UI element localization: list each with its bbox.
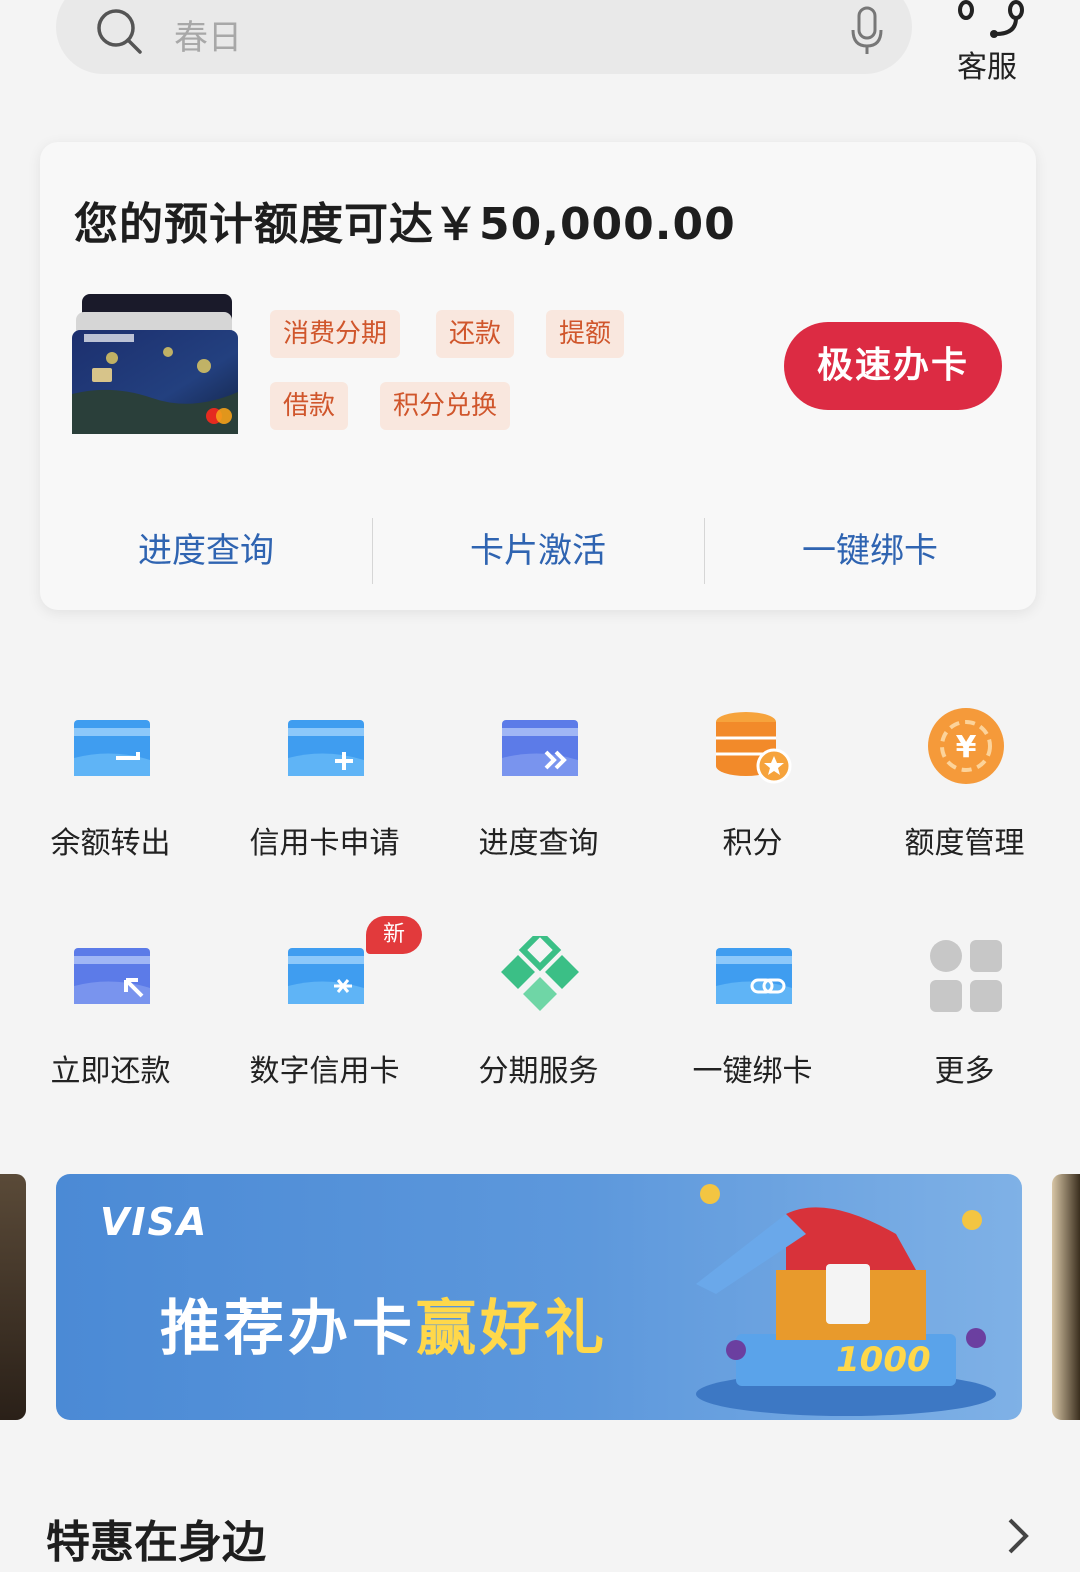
credit-card-panel: 您的预计额度可达￥50,000.00 消费分期 还款 提额 借款 积分兑换 极速… xyxy=(40,142,1036,610)
grid-label: 分期服务 xyxy=(478,1054,599,1089)
grid-label: 信用卡申请 xyxy=(249,826,400,861)
promo-banner[interactable]: VISA 推荐办卡赢好礼 1000 xyxy=(56,1174,1022,1420)
grid-item-bind-card[interactable]: 一键绑卡 xyxy=(646,936,859,1096)
bind-card-icon xyxy=(716,948,792,1004)
gift-box-illustration xyxy=(696,1184,996,1416)
limit-manage-icon: ¥ xyxy=(928,708,1004,784)
card-apply-icon xyxy=(288,720,364,776)
grid-item-more[interactable]: 更多 xyxy=(858,936,1071,1096)
banner-headline: 推荐办卡赢好礼 xyxy=(160,1280,608,1367)
grid-label: 额度管理 xyxy=(904,826,1025,861)
card-stack-image xyxy=(72,294,238,434)
installment-icon xyxy=(501,936,579,1011)
progress-query-link[interactable]: 进度查询 xyxy=(40,518,372,584)
new-badge: 新 xyxy=(366,916,422,954)
chevron-right-icon[interactable] xyxy=(1004,1516,1032,1556)
grid-item-points[interactable]: 积分 xyxy=(646,708,859,868)
grid-item-balance-transfer[interactable]: 余额转出 xyxy=(4,708,217,868)
tag-repayment[interactable]: 还款 xyxy=(436,310,515,358)
search-placeholder[interactable]: 春日 xyxy=(174,10,242,59)
digital-card-icon xyxy=(288,948,364,1004)
tag-loan[interactable]: 借款 xyxy=(270,382,349,430)
banner-amount: 1000 xyxy=(836,1340,931,1380)
grid-label: 更多 xyxy=(934,1054,995,1089)
balance-transfer-icon xyxy=(74,720,150,776)
quick-apply-button[interactable]: 极速办卡 xyxy=(784,322,1002,410)
points-icon xyxy=(716,712,792,784)
tag-raise-limit[interactable]: 提额 xyxy=(546,310,625,358)
grid-label: 立即还款 xyxy=(50,1054,171,1089)
banner-next-peek[interactable] xyxy=(1052,1174,1080,1420)
search-icon xyxy=(97,9,142,54)
grid-label: 余额转出 xyxy=(50,826,171,861)
visa-logo: VISA xyxy=(100,1200,209,1244)
grid-item-card-apply[interactable]: 信用卡申请 xyxy=(218,708,431,868)
banner-prev-peek[interactable] xyxy=(0,1174,26,1420)
headset-icon xyxy=(958,0,1024,38)
grid-item-progress-query[interactable]: 进度查询 xyxy=(432,708,645,868)
grid-item-limit-manage[interactable]: ¥ 额度管理 xyxy=(858,708,1071,868)
bind-card-link[interactable]: 一键绑卡 xyxy=(704,518,1036,584)
estimated-limit-text: 您的预计额度可达￥50,000.00 xyxy=(74,199,736,250)
section-title: 特惠在身边 xyxy=(46,1517,266,1568)
grid-item-installment[interactable]: 分期服务 xyxy=(432,936,645,1096)
banner-headline-part2: 赢好礼 xyxy=(416,1294,608,1364)
repay-icon xyxy=(74,948,150,1004)
more-grid-icon xyxy=(930,940,1002,1012)
grid-label: 数字信用卡 xyxy=(249,1054,400,1089)
grid-item-repay[interactable]: 立即还款 xyxy=(4,936,217,1096)
customer-service-label: 客服 xyxy=(957,50,1017,85)
svg-text:¥: ¥ xyxy=(956,730,977,765)
microphone-icon[interactable] xyxy=(850,6,884,56)
tag-points-exchange[interactable]: 积分兑换 xyxy=(380,382,511,430)
progress-query-icon xyxy=(502,720,578,776)
customer-service-button[interactable]: 客服 xyxy=(944,0,1034,90)
search-bar[interactable]: 春日 xyxy=(56,0,912,74)
banner-headline-part1: 推荐办卡 xyxy=(160,1294,416,1364)
grid-label: 进度查询 xyxy=(478,826,599,861)
card-actions-row: 进度查询 卡片激活 一键绑卡 xyxy=(40,518,1036,584)
card-activation-link[interactable]: 卡片激活 xyxy=(372,518,704,584)
grid-item-digital-card[interactable]: 数字信用卡 xyxy=(218,936,431,1096)
grid-label: 积分 xyxy=(722,826,783,861)
grid-label: 一键绑卡 xyxy=(692,1054,813,1089)
tag-installment[interactable]: 消费分期 xyxy=(270,310,401,358)
